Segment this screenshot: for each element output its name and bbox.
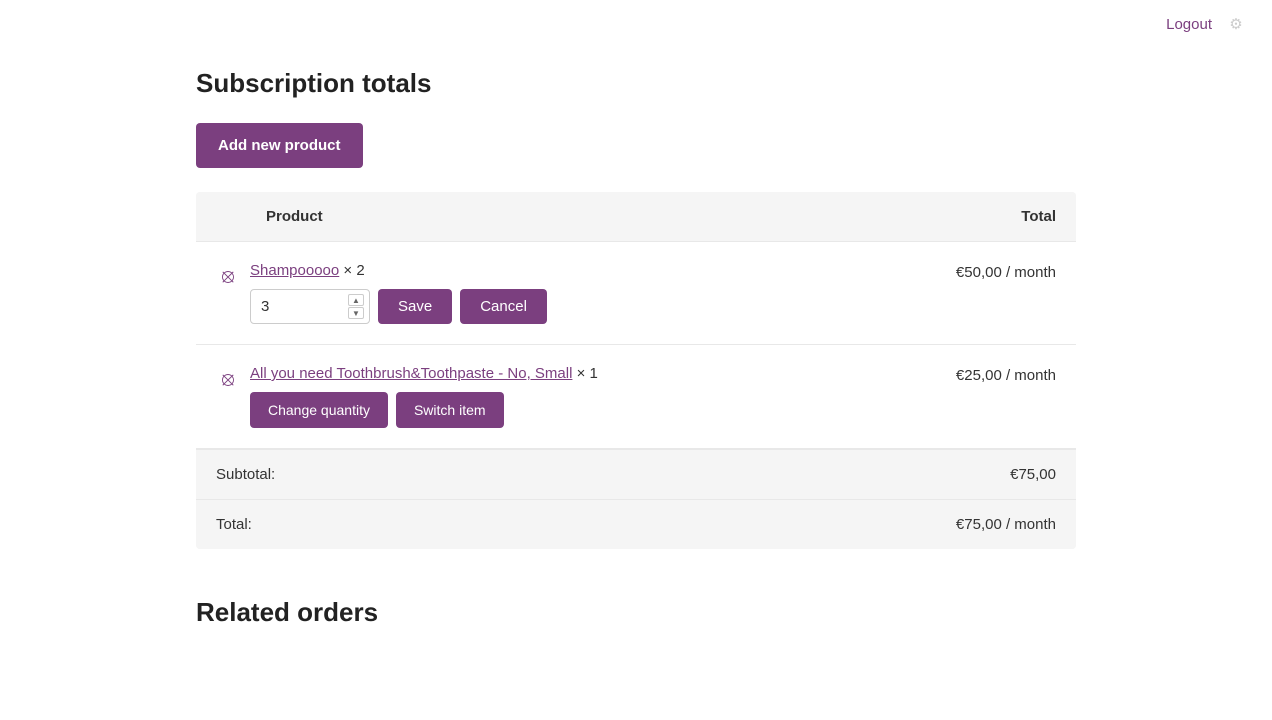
product-qty-2: × 1 xyxy=(577,365,598,382)
price-col-2: €25,00 / month xyxy=(876,367,1056,384)
product-name-link-1[interactable]: Shampooooo xyxy=(250,262,339,279)
product-name-link-2[interactable]: All you need Toothbrush&Toothpaste - No,… xyxy=(250,365,572,382)
header: Logout ⚙ xyxy=(0,0,1272,48)
subtotal-label: Subtotal: xyxy=(216,466,275,483)
switch-item-button-2[interactable]: Switch item xyxy=(396,392,504,428)
cancel-button-1[interactable]: Cancel xyxy=(460,289,547,324)
total-value: €75,00 / month xyxy=(956,516,1056,533)
subtotal-value: €75,00 xyxy=(1010,466,1056,483)
qty-down-1[interactable]: ▼ xyxy=(348,307,364,319)
product-col-1: Shampooooo × 2 ▲ ▼ Save Cancel xyxy=(250,262,876,324)
remove-item-icon-2[interactable]: ⦻ xyxy=(216,367,240,391)
qty-up-1[interactable]: ▲ xyxy=(348,294,364,306)
total-row: Total: €75,00 / month xyxy=(196,500,1076,549)
total-label: Total: xyxy=(216,516,252,533)
page-title: Subscription totals xyxy=(196,68,1076,99)
col-total-header: Total xyxy=(876,208,1056,225)
col-product-header: Product xyxy=(266,208,876,225)
table-row: ⦻ All you need Toothbrush&Toothpaste - N… xyxy=(196,345,1076,449)
totals-section: Subtotal: €75,00 Total: €75,00 / month xyxy=(196,449,1076,549)
price-col-1: €50,00 / month xyxy=(876,264,1056,281)
remove-item-icon-1[interactable]: ⦻ xyxy=(216,264,240,288)
add-new-product-button[interactable]: Add new product xyxy=(196,123,363,168)
related-orders-title: Related orders xyxy=(196,597,1076,628)
logout-link[interactable]: Logout xyxy=(1166,16,1212,33)
subscription-table: Product Total ⦻ Shampooooo × 2 ▲ ▼ xyxy=(196,192,1076,549)
product-col-2: All you need Toothbrush&Toothpaste - No,… xyxy=(250,365,876,428)
table-header: Product Total xyxy=(196,192,1076,242)
save-button-1[interactable]: Save xyxy=(378,289,452,324)
subtotal-row: Subtotal: €75,00 xyxy=(196,450,1076,500)
table-row: ⦻ Shampooooo × 2 ▲ ▼ Save Cancel xyxy=(196,242,1076,345)
settings-icon[interactable]: ⚙ xyxy=(1224,12,1248,36)
product-qty-1: × 2 xyxy=(343,262,364,279)
change-quantity-button-2[interactable]: Change quantity xyxy=(250,392,388,428)
